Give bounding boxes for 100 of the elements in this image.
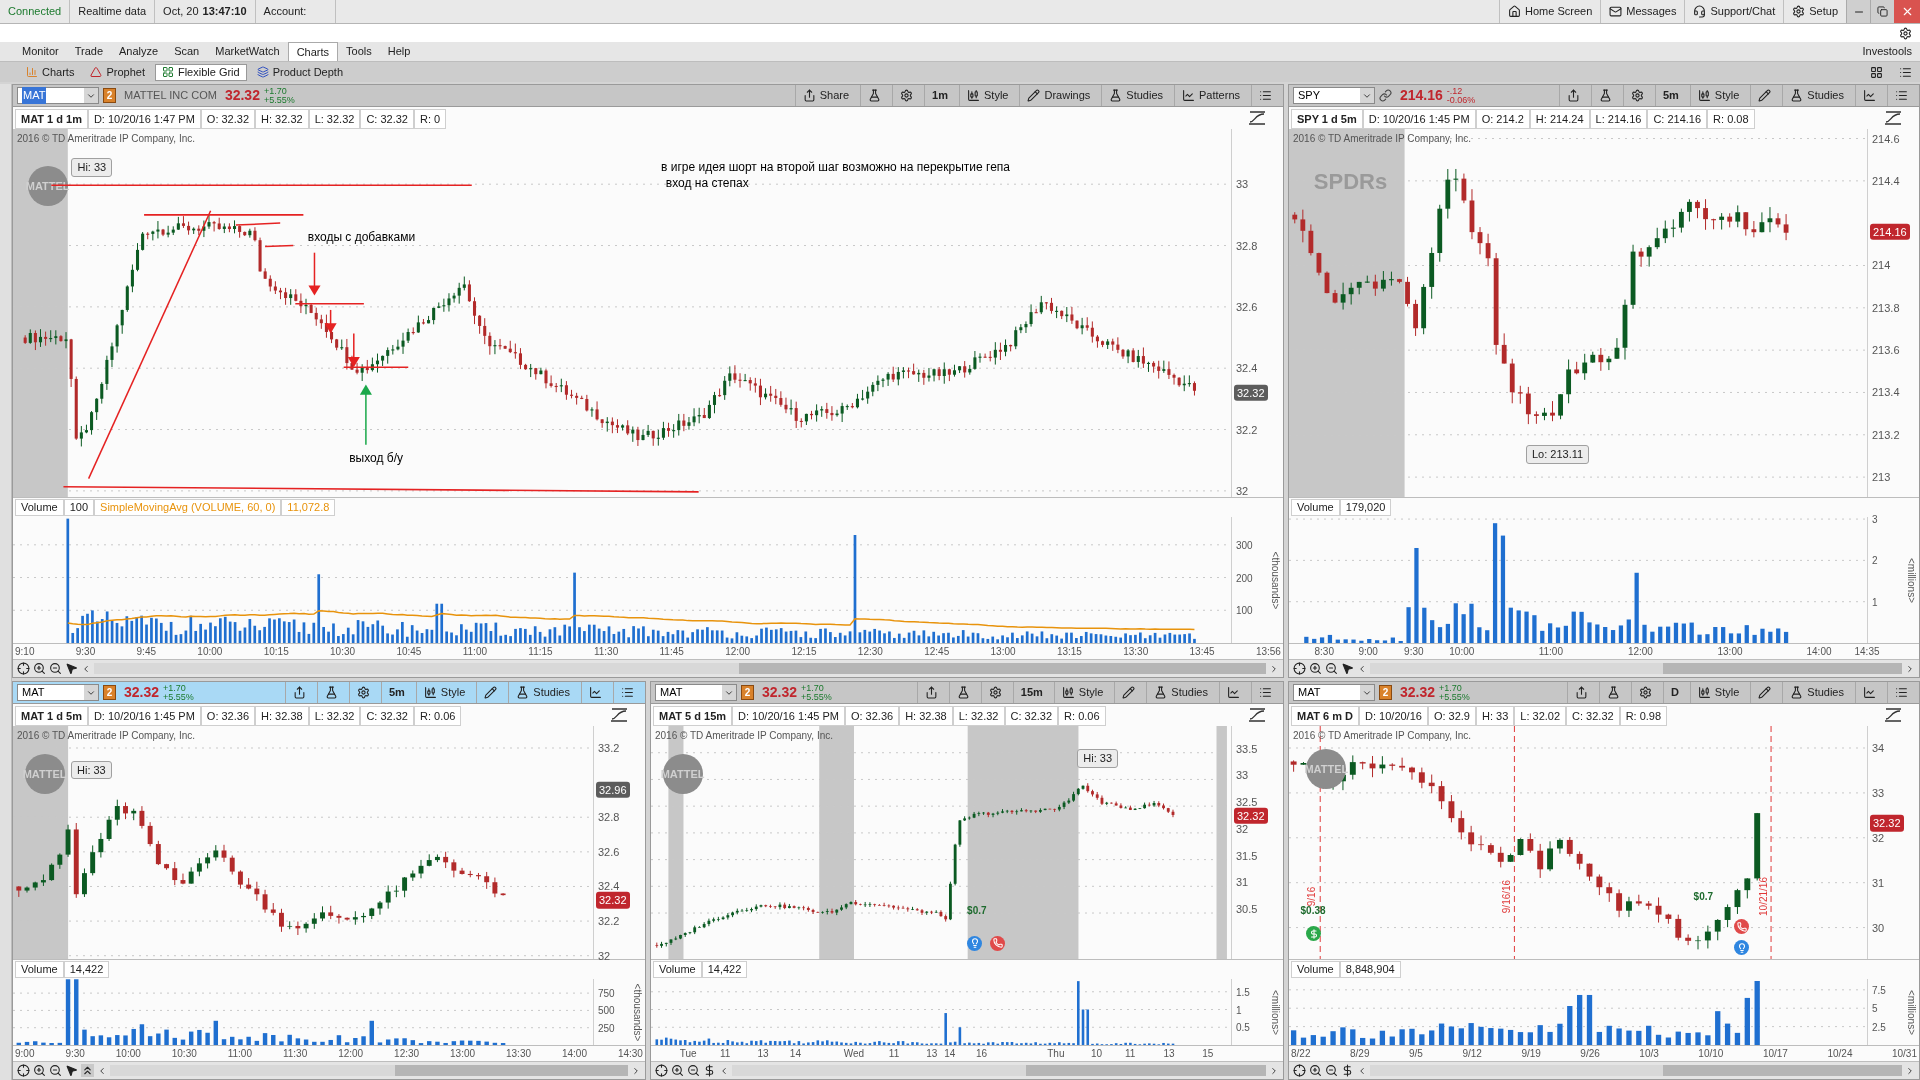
interval-button[interactable]: 1m [924,85,955,106]
studies-button[interactable]: Studies [1782,682,1851,703]
time-tick: 9:45 [136,645,157,659]
time-tick: 9:00 [1358,645,1378,659]
time-tick: 8:30 [1314,645,1334,659]
menu-tab[interactable]: MarketWatch [207,42,288,61]
time-tick: 9:30 [65,1047,85,1061]
sub-tab[interactable]: Prophet [84,63,151,81]
price-tick: 32.8 [598,811,620,824]
time-tick: 10:00 [197,645,223,659]
price-tick: 32.5 [1236,795,1258,808]
studies-button[interactable]: Studies [508,682,577,703]
connection-status: Connected [0,0,71,23]
dividend-label: $0.7 [1693,890,1714,905]
interval-button[interactable]: 15m [1012,682,1050,703]
volume-tick: 750 [598,986,615,1001]
ohlc-field: D: 10/20/16 1:45 PM [732,706,845,726]
style-button[interactable]: Style [1689,85,1747,106]
symbol-field[interactable]: SPY [1293,87,1375,104]
time-tick: 12:30 [857,645,883,659]
style-button[interactable]: Style [959,85,1016,106]
time-tick: 10/24 [1827,1047,1853,1061]
chart-note: выход б/у [349,450,403,468]
time-tick: 10/3 [1639,1047,1659,1061]
time-tick: 11:30 [282,1047,308,1061]
time-tick: 12:00 [725,645,751,659]
share-button[interactable]: Share [794,85,857,106]
price-tick: 33 [1236,769,1249,782]
account-selector[interactable]: Account: [255,0,336,23]
last-price: 32.32 [224,86,260,105]
time-tick: 9:30 [75,645,96,659]
ohlc-field: C: 32.32 [360,706,414,726]
ohlc-field: C: 32.32 [360,109,414,129]
price-tick: 213.4 [1872,386,1900,399]
time-tick: 13:00 [450,1047,476,1061]
study-value: 11,072.8 [281,499,336,516]
symbol-text: MAT [1298,685,1321,701]
time-tick: Thu [1047,1047,1065,1061]
symbol-field[interactable]: MAT [17,87,99,104]
time-tick: Tue [679,1047,697,1061]
ohlc-field: L: 214.16 [1589,109,1648,129]
studies-button[interactable]: Studies [1782,85,1851,106]
symbol-field[interactable]: MAT [655,684,737,701]
sub-tab[interactable]: Product Depth [250,63,349,81]
drawings-button[interactable]: Drawings [1019,85,1098,106]
price-tick: 214.6 [1872,132,1900,145]
ohlc-field: C: 214.16 [1647,109,1708,129]
menu-tab[interactable]: Trade [66,42,111,61]
interval-button[interactable]: D [1662,682,1686,703]
interval-button[interactable]: 5m [380,682,412,703]
sub-tab[interactable]: Charts [20,63,81,81]
header-link[interactable]: Support/Chat [1684,0,1784,23]
ohlc-field: C: 32.32 [1004,706,1059,726]
volume-tick: 0.5 [1236,1020,1250,1035]
time-tick: 11:00 [462,645,487,659]
copyright-text: 2016 © TD Ameritrade IP Company, Inc. [1293,132,1471,146]
style-button[interactable]: Style [1689,682,1747,703]
sub-tab[interactable]: Flexible Grid [154,63,247,81]
patterns-button[interactable]: Patterns [1174,85,1247,106]
price-tick: 32.6 [598,845,620,858]
volume-tick: 100 [1236,603,1253,618]
style-button[interactable]: Style [415,682,473,703]
price-callout: Lo: 213.11 [1525,445,1590,464]
date-text: Oct, 20 [163,4,199,20]
header-link[interactable]: Home Screen [1499,0,1601,23]
net-change: +1.70 [801,683,825,693]
style-button[interactable]: Style [1053,682,1111,703]
menu-tab[interactable]: Charts [287,42,339,61]
time-tick: 9/19 [1521,1047,1541,1061]
symbol-text: SPY [1298,88,1320,104]
menu-tab[interactable]: Help [379,42,419,61]
price-tick: 32 [1236,822,1249,835]
symbol-field[interactable]: MAT [17,684,99,701]
ohlc-field: L: 32.02 [1514,706,1567,726]
chart-note: в игре идея шорт на второй шаг возможно на перекрытие гепа [660,159,1010,177]
menu-tab[interactable]: Tools [338,42,380,61]
investools-link[interactable]: Investools [1854,42,1920,61]
volume-value: 8,848,904 [1339,961,1401,978]
volume-tick: 1 [1236,1003,1242,1017]
menu-tab[interactable]: Analyze [111,42,167,61]
symbol-field[interactable]: MAT [1293,684,1375,701]
menu-tab[interactable]: Scan [166,42,208,61]
volume-value: 14,422 [63,961,110,978]
time-tick: 9/5 [1408,1047,1423,1061]
studies-button[interactable]: Studies [1146,682,1215,703]
volume-tick: 1 [1872,595,1878,610]
price-tick: 32.4 [598,880,620,893]
time-tick: 11 [720,1047,731,1061]
ohlc-field: L: 32.32 [308,109,361,129]
symbol-text: MAT [22,685,45,701]
menu-tab[interactable]: Monitor [14,42,67,61]
time-tick: 10 [1090,1047,1102,1061]
price-tick: 213.2 [1872,428,1900,441]
time-tick: 12:00 [1627,645,1653,659]
price-tick: 32.4 [1236,362,1258,375]
ohlc-field: O: 32.36 [844,706,900,726]
interval-button[interactable]: 5m [1654,85,1686,106]
studies-button[interactable]: Studies [1101,85,1171,106]
header-link[interactable]: Messages [1600,0,1685,23]
price-tick: 32.2 [1236,423,1258,436]
